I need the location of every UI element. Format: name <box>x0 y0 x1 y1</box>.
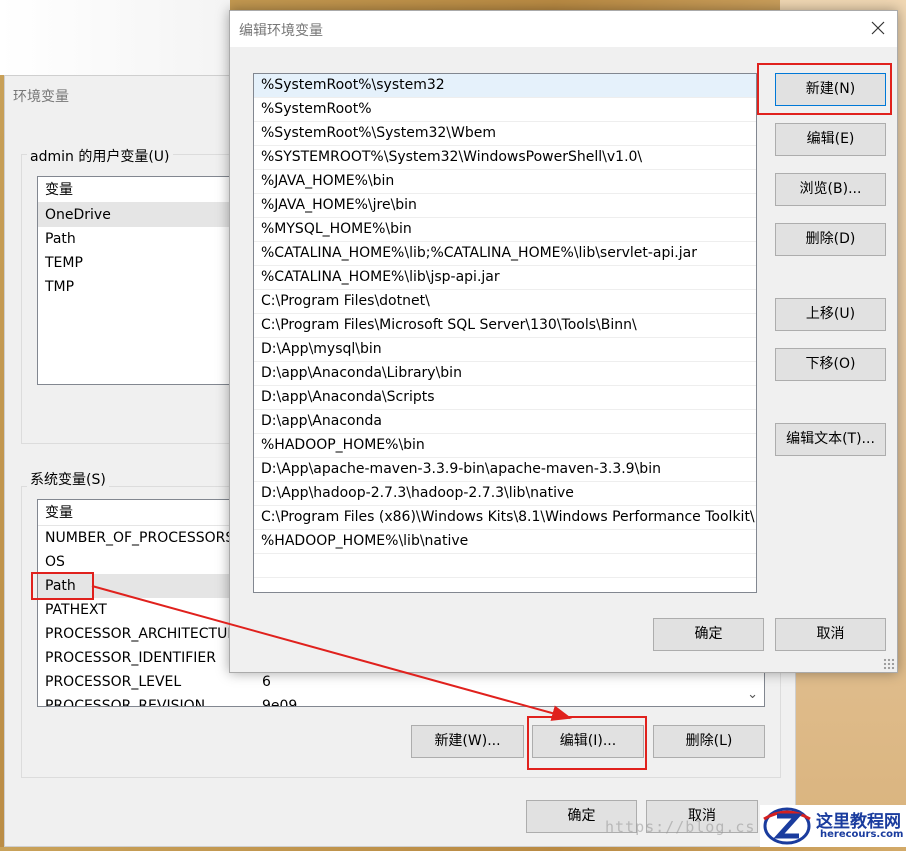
z-logo-icon <box>763 807 811 845</box>
watermark-url: https://blog.cs <box>605 818 756 836</box>
logo-text-domain: herecours.com <box>820 829 904 840</box>
annotation-arrow <box>91 585 572 721</box>
site-logo: 这里教程网 herecours.com <box>760 805 906 847</box>
